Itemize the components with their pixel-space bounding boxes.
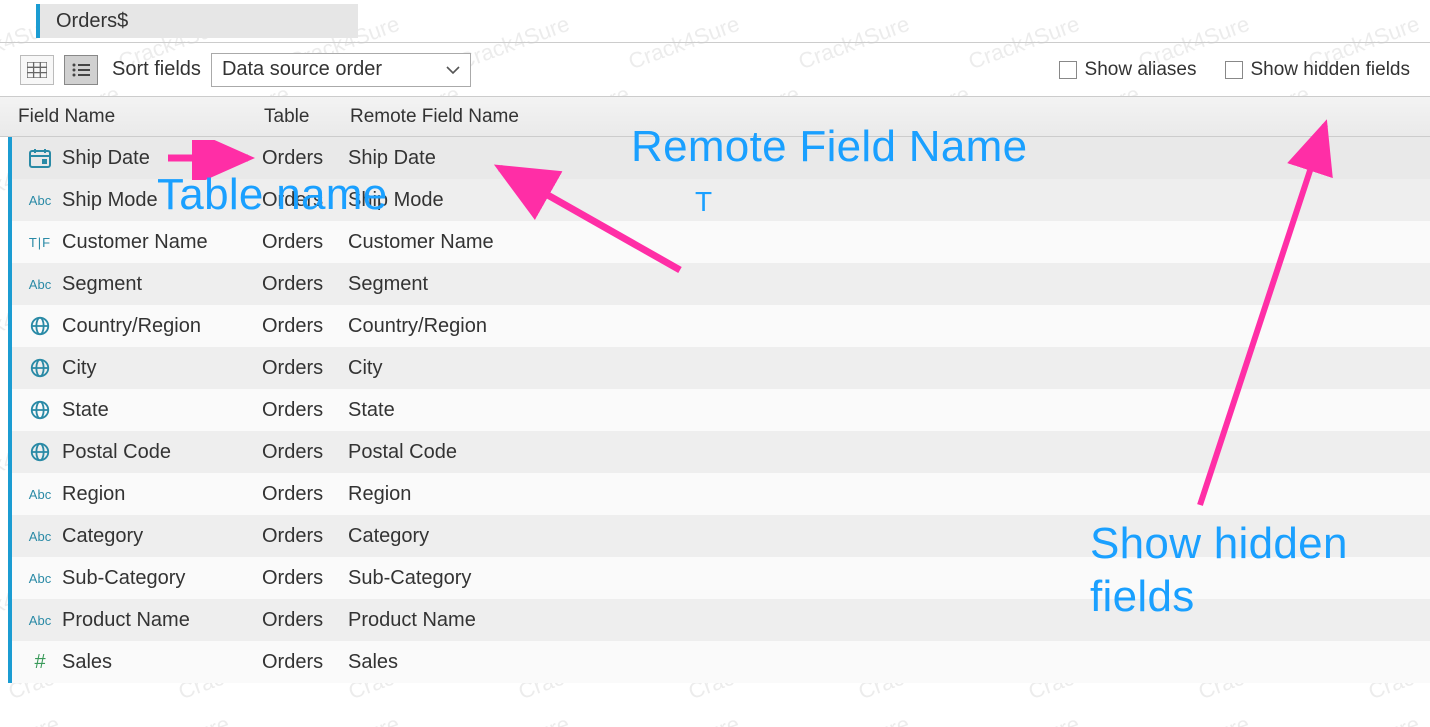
datatype-icon: Abc: [18, 613, 62, 628]
field-name-cell: Product Name: [62, 609, 262, 632]
table-row[interactable]: Postal CodeOrdersPostal Code: [8, 431, 1430, 473]
table-row[interactable]: T|FCustomer NameOrdersCustomer Name: [8, 221, 1430, 263]
table-cell: Orders: [262, 483, 348, 506]
row-accent: [8, 347, 12, 389]
table-row[interactable]: AbcRegionOrdersRegion: [8, 473, 1430, 515]
row-accent: [8, 473, 12, 515]
remote-field-cell: Country/Region: [348, 315, 1430, 338]
table-cell: Orders: [262, 147, 348, 170]
row-accent: [8, 557, 12, 599]
sort-fields-label: Sort fields: [112, 58, 201, 81]
table-cell: Orders: [262, 399, 348, 422]
list-view-button[interactable]: [64, 55, 98, 85]
tab-label: Orders$: [56, 10, 128, 33]
datatype-icon: [18, 315, 62, 337]
datatype-icon: Abc: [18, 487, 62, 502]
row-accent: [8, 179, 12, 221]
field-name-cell: State: [62, 399, 262, 422]
row-accent: [8, 389, 12, 431]
row-accent: [8, 641, 12, 683]
remote-field-cell: Segment: [348, 273, 1430, 296]
remote-field-cell: Region: [348, 483, 1430, 506]
field-name-cell: Country/Region: [62, 315, 262, 338]
table-row[interactable]: CityOrdersCity: [8, 347, 1430, 389]
tab-orders[interactable]: Orders$: [36, 4, 358, 38]
table-cell: Orders: [262, 441, 348, 464]
remote-field-cell: State: [348, 399, 1430, 422]
datatype-icon: Abc: [18, 571, 62, 586]
table-cell: Orders: [262, 525, 348, 548]
datatype-icon: T|F: [18, 235, 62, 250]
show-hidden-fields-checkbox[interactable]: Show hidden fields: [1225, 59, 1411, 81]
table-cell: Orders: [262, 609, 348, 632]
row-accent: [8, 599, 12, 641]
datatype-icon: [18, 441, 62, 463]
table-cell: Orders: [262, 273, 348, 296]
row-accent: [8, 305, 12, 347]
datatype-icon: Abc: [18, 277, 62, 292]
table-cell: Orders: [262, 315, 348, 338]
grid-icon: [27, 62, 47, 78]
field-name-cell: Sales: [62, 651, 262, 674]
table-row[interactable]: StateOrdersState: [8, 389, 1430, 431]
show-aliases-label: Show aliases: [1085, 59, 1197, 81]
row-accent: [8, 221, 12, 263]
remote-field-cell: Customer Name: [348, 231, 1430, 254]
table-row[interactable]: AbcSegmentOrdersSegment: [8, 263, 1430, 305]
row-accent: [8, 137, 12, 179]
field-name-cell: Category: [62, 525, 262, 548]
sort-fields-select[interactable]: Data source order: [211, 53, 471, 87]
field-name-cell: Postal Code: [62, 441, 262, 464]
remote-field-cell: Ship Mode: [348, 189, 1430, 212]
show-aliases-checkbox[interactable]: Show aliases: [1059, 59, 1197, 81]
sort-fields-value: Data source order: [222, 58, 382, 81]
remote-field-cell: Postal Code: [348, 441, 1430, 464]
datatype-icon: Abc: [18, 529, 62, 544]
table-row[interactable]: Country/RegionOrdersCountry/Region: [8, 305, 1430, 347]
show-hidden-fields-label: Show hidden fields: [1251, 59, 1411, 81]
datatype-icon: [18, 399, 62, 421]
field-name-cell: Ship Date: [62, 147, 262, 170]
table-cell: Orders: [262, 357, 348, 380]
annotation-t: T: [695, 186, 712, 218]
header-table[interactable]: Table: [264, 106, 350, 128]
datatype-icon: [18, 357, 62, 379]
field-name-cell: Segment: [62, 273, 262, 296]
grid-view-button[interactable]: [20, 55, 54, 85]
chevron-down-icon: [446, 65, 460, 75]
table-cell: Orders: [262, 651, 348, 674]
checkbox-icon: [1059, 61, 1077, 79]
field-name-cell: City: [62, 357, 262, 380]
tab-strip: Orders$: [0, 0, 1430, 40]
datatype-icon: [18, 147, 62, 169]
annotation-show-hidden: Show hidden fields: [1090, 518, 1430, 624]
row-accent: [8, 263, 12, 305]
field-name-cell: Region: [62, 483, 262, 506]
table-cell: Orders: [262, 231, 348, 254]
list-icon: [71, 62, 91, 78]
header-field-name[interactable]: Field Name: [18, 106, 264, 128]
table-cell: Orders: [262, 567, 348, 590]
datatype-icon: Abc: [18, 193, 62, 208]
field-name-cell: Sub-Category: [62, 567, 262, 590]
row-accent: [8, 515, 12, 557]
checkbox-icon: [1225, 61, 1243, 79]
datatype-icon: #: [18, 651, 62, 674]
toolbar: Sort fields Data source order Show alias…: [0, 43, 1430, 97]
annotation-remote-field-name: Remote Field Name: [631, 122, 1027, 172]
remote-field-cell: Sales: [348, 651, 1430, 674]
annotation-table-name: Table name: [157, 170, 387, 220]
row-accent: [8, 431, 12, 473]
table-row[interactable]: #SalesOrdersSales: [8, 641, 1430, 683]
field-name-cell: Customer Name: [62, 231, 262, 254]
remote-field-cell: City: [348, 357, 1430, 380]
